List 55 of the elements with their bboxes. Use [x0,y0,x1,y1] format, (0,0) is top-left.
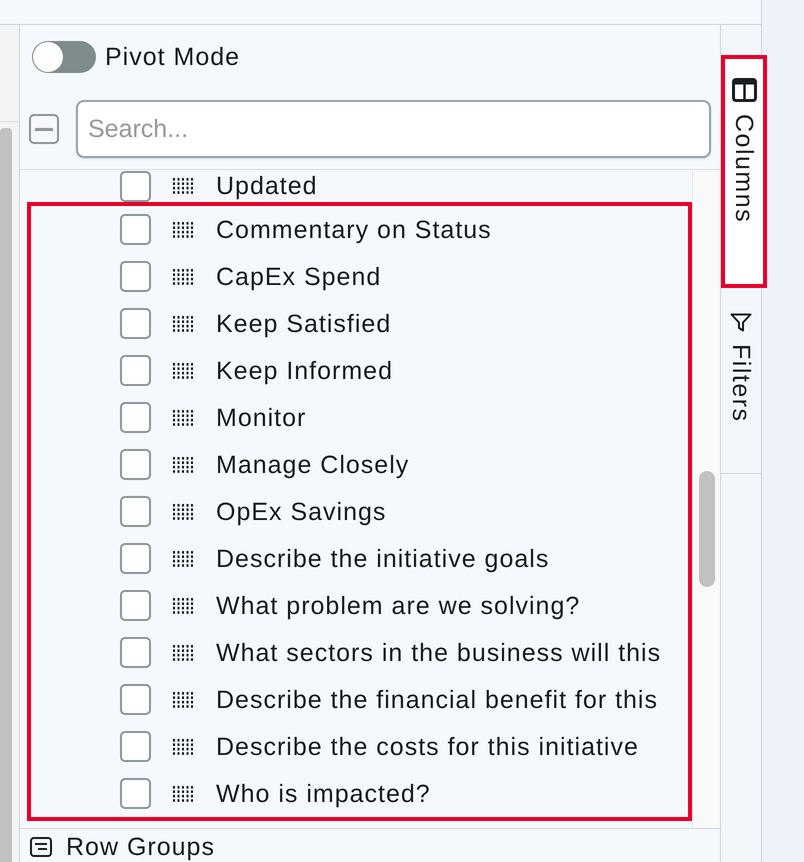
column-label: Manage Closely [216,450,410,480]
drag-handle-icon[interactable] [173,598,193,614]
column-label: Describe the costs for this initiative [216,732,639,762]
column-label: Keep Satisfied [216,308,392,338]
column-label: Commentary on Status [216,214,492,244]
drag-handle-icon[interactable] [173,456,193,472]
column-label: Describe the financial benefit for this [216,684,658,714]
drag-handle-icon[interactable] [173,692,193,708]
side-tab[interactable]: Filters [721,296,761,474]
column-label: Monitor [216,402,306,432]
pivot-mode-toggle[interactable] [32,41,96,73]
column-label: Keep Informed [216,356,393,386]
column-checkbox[interactable] [120,590,151,621]
column-checkbox[interactable] [120,170,151,202]
drag-handle-icon[interactable] [173,504,193,520]
column-label: Who is impacted? [216,778,431,808]
pivot-mode-label: Pivot Mode [105,42,240,72]
search-field[interactable]: Search... [76,100,711,158]
column-checkbox[interactable] [120,355,151,386]
row-groups-icon [30,837,52,857]
column-checkbox[interactable] [120,684,151,715]
drag-handle-icon[interactable] [173,362,193,378]
column-checkbox[interactable] [120,308,151,339]
column-label: What problem are we solving? [216,590,580,620]
column-checkbox[interactable] [120,496,151,527]
row-groups-label: Row Groups [66,832,215,862]
select-all-checkbox[interactable] [29,114,59,144]
drag-handle-icon[interactable] [173,316,193,332]
column-checkbox[interactable] [120,261,151,292]
column-label: Updated [216,171,318,201]
column-checkbox[interactable] [120,449,151,480]
column-label: What sectors in the business will this [216,638,662,668]
drag-handle-icon[interactable] [173,550,193,566]
column-label: Describe the initiative goals [216,544,550,574]
filter-icon [730,313,752,332]
drag-handle-icon[interactable] [173,222,193,238]
column-checkbox[interactable] [120,731,151,762]
drag-handle-icon[interactable] [173,178,193,194]
column-checkbox[interactable] [120,778,151,809]
column-checkbox[interactable] [120,543,151,574]
scrollbar-thumb[interactable] [0,128,12,862]
column-checkbox[interactable] [120,637,151,668]
drag-handle-icon[interactable] [173,410,193,426]
drag-handle-icon[interactable] [173,738,193,754]
columns-icon [732,78,756,102]
side-tab[interactable]: Columns [725,59,763,284]
column-checkbox[interactable] [120,402,151,433]
drag-handle-icon[interactable] [173,786,193,802]
column-label: OpEx Savings [216,496,386,526]
drag-handle-icon[interactable] [173,644,193,660]
drag-handle-icon[interactable] [173,268,193,284]
column-label: CapEx Spend [216,262,382,292]
column-checkbox[interactable] [120,214,151,245]
minus-icon [35,128,53,130]
scrollbar-thumb[interactable] [698,471,714,587]
